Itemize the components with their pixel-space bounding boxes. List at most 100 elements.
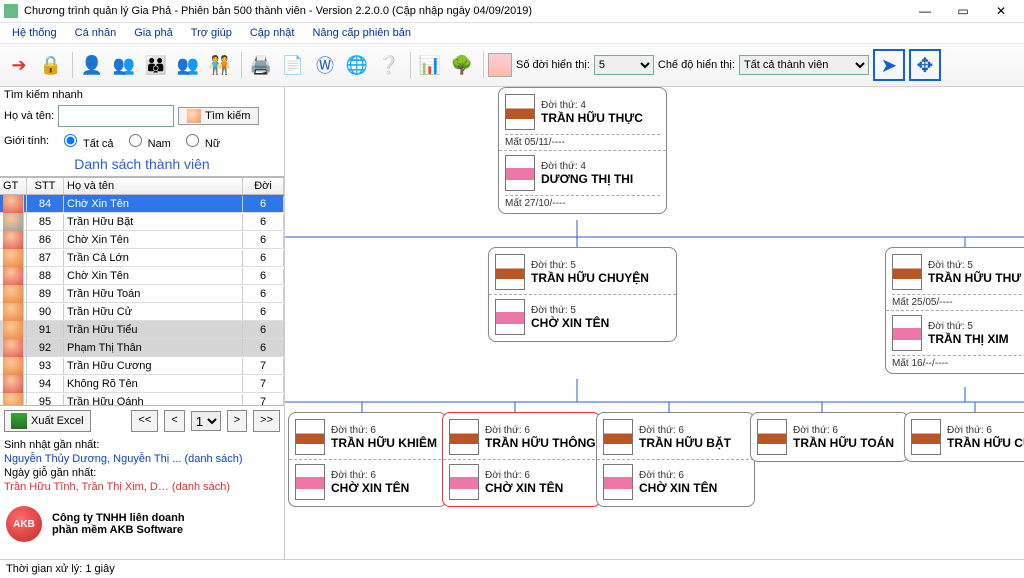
word-icon[interactable]: Ⓦ xyxy=(310,50,340,80)
table-row[interactable]: 95Trần Hữu Oánh7 xyxy=(0,393,284,406)
tree-canvas[interactable]: Đời thứ: 4TRẦN HỮU THỰC Mất 05/11/---- Đ… xyxy=(285,87,1024,559)
minimize-button[interactable]: — xyxy=(906,0,944,22)
settings-icon[interactable]: 🧑‍🤝‍🧑 xyxy=(205,50,235,80)
preview-icon[interactable]: 📄 xyxy=(278,50,308,80)
menu-upgrade[interactable]: Nâng cấp phiên bản xyxy=(304,25,418,41)
portrait-male-icon xyxy=(911,419,941,455)
menu-bar: Hệ thống Cá nhân Gia phả Trợ giúp Cập nh… xyxy=(0,23,1024,44)
maximize-button[interactable]: ▭ xyxy=(944,0,982,22)
portrait-female-icon xyxy=(603,464,633,500)
pager: Xuất Excel << < 1 > >> xyxy=(0,406,284,436)
tree-node-g6-2[interactable]: Đời thứ: 6TRẦN HỮU THÔNG Đời thứ: 6CHỜ X… xyxy=(442,412,601,507)
tree-node-g6-3[interactable]: Đời thứ: 6TRẦN HỮU BẶT Đời thứ: 6CHỜ XIN… xyxy=(596,412,755,507)
table-row[interactable]: 89Trần Hữu Toán6 xyxy=(0,285,284,303)
search-icon xyxy=(187,109,201,123)
chart-icon[interactable]: 📊 xyxy=(415,50,445,80)
first-page-button[interactable]: << xyxy=(131,410,158,432)
table-row[interactable]: 93Trần Hữu Cương7 xyxy=(0,357,284,375)
name-input[interactable] xyxy=(58,105,174,127)
users-icon[interactable]: 👥 xyxy=(109,50,139,80)
display-mode-select[interactable]: Tất cả thành viên xyxy=(739,55,869,75)
portrait-male-icon xyxy=(295,419,325,455)
tree-node-g6-5[interactable]: Đời thứ: 6TRẦN HỮU CỬ xyxy=(904,412,1024,462)
member-list-header: Danh sách thành viên xyxy=(0,152,284,177)
portrait-female-icon xyxy=(505,155,535,191)
toolbar: ➔ 🔒 👤 👥 👪 👥 🧑‍🤝‍🧑 🖨️ 📄 Ⓦ 🌐 ❔ 📊 🌳 Số đời … xyxy=(0,44,1024,87)
gender-all[interactable]: Tất cả xyxy=(59,131,113,150)
company-footer: AKB Công ty TNHH liên doanhphần mềm AKB … xyxy=(0,496,284,552)
portrait-male-icon xyxy=(892,254,922,290)
gender-label: Giới tính: xyxy=(4,135,49,147)
status-bar: Thời gian xử lý: 1 giây xyxy=(0,559,1024,578)
member-table-body[interactable]: 84Chờ Xin Tên685Trần Hữu Bặt686Chờ Xin T… xyxy=(0,195,284,406)
table-row[interactable]: 85Trần Hữu Bặt6 xyxy=(0,213,284,231)
arrow-right-icon[interactable]: ➔ xyxy=(4,50,34,80)
app-icon xyxy=(4,4,18,18)
gender-male[interactable]: Nam xyxy=(124,131,171,150)
portrait-female-icon xyxy=(295,464,325,500)
page-select[interactable]: 1 xyxy=(191,411,221,431)
portrait-male-icon xyxy=(449,419,479,455)
tree-node-g6-4[interactable]: Đời thứ: 6TRẦN HỮU TOÁN xyxy=(750,412,909,462)
tree-node-g4[interactable]: Đời thứ: 4TRẦN HỮU THỰC Mất 05/11/---- Đ… xyxy=(498,87,667,214)
name-label: Họ và tên: xyxy=(4,110,54,122)
table-header: GT STT Họ và tên Đời xyxy=(0,177,284,195)
sidebar: Tìm kiếm nhanh Họ và tên: Tìm kiếm Giới … xyxy=(0,87,285,559)
table-row[interactable]: 87Trần Cả Lớn6 xyxy=(0,249,284,267)
title-bar: Chương trình quản lý Gia Phả - Phiên bản… xyxy=(0,0,1024,23)
current-person-avatar[interactable] xyxy=(488,53,512,77)
prev-page-button[interactable]: < xyxy=(164,410,184,432)
portrait-female-icon xyxy=(495,299,525,335)
export-excel-button[interactable]: Xuất Excel xyxy=(4,410,91,432)
gender-female[interactable]: Nữ xyxy=(181,131,220,150)
nearest-deathday-label: Ngày giỗ gần nhất: xyxy=(4,466,280,480)
nearest-deathday-names[interactable]: Trần Hữu Tĩnh, Trần Thị Xim, D… (danh sá… xyxy=(4,481,230,493)
portrait-female-icon xyxy=(892,315,922,351)
user-icon[interactable]: 👤 xyxy=(77,50,107,80)
menu-system[interactable]: Hệ thống xyxy=(4,25,65,41)
table-row[interactable]: 94Không Rõ Tên7 xyxy=(0,375,284,393)
table-row[interactable]: 88Chờ Xin Tên6 xyxy=(0,267,284,285)
tree-icon[interactable]: 🌳 xyxy=(447,50,477,80)
quick-search-title: Tìm kiếm nhanh xyxy=(0,87,284,103)
table-row[interactable]: 92Phạm Thị Thân6 xyxy=(0,339,284,357)
menu-help[interactable]: Trợ giúp xyxy=(183,25,240,41)
search-button[interactable]: Tìm kiếm xyxy=(178,107,259,125)
print-icon[interactable]: 🖨️ xyxy=(246,50,276,80)
portrait-male-icon xyxy=(505,94,535,130)
group-icon[interactable]: 👥 xyxy=(173,50,203,80)
menu-genealogy[interactable]: Gia phả xyxy=(126,25,181,41)
gender-icon xyxy=(3,393,24,407)
table-row[interactable]: 90Trần Hữu Cử6 xyxy=(0,303,284,321)
portrait-male-icon xyxy=(757,419,787,455)
portrait-male-icon xyxy=(603,419,633,455)
last-page-button[interactable]: >> xyxy=(253,410,280,432)
next-page-button[interactable]: > xyxy=(227,410,247,432)
menu-update[interactable]: Cập nhật xyxy=(242,25,303,41)
portrait-female-icon xyxy=(449,464,479,500)
table-row[interactable]: 86Chờ Xin Tên6 xyxy=(0,231,284,249)
menu-personal[interactable]: Cá nhân xyxy=(67,25,125,41)
nearest-birthday-names[interactable]: Nguyễn Thủy Dương, Nguyễn Thị ... (danh … xyxy=(4,453,243,465)
portrait-male-icon xyxy=(495,254,525,290)
search-button-label: Tìm kiếm xyxy=(205,110,250,122)
tree-node-g6-1[interactable]: Đời thứ: 6TRẦN HỮU KHIÊM Đời thứ: 6CHỜ X… xyxy=(288,412,447,507)
tree-node-g5b[interactable]: Đời thứ: 5TRẦN HỮU THƯ Mất 25/05/---- Đờ… xyxy=(885,247,1024,374)
excel-icon xyxy=(11,413,27,429)
move-tool[interactable]: ✥ xyxy=(909,49,941,81)
gen-count-label: Số đời hiển thị: xyxy=(516,59,590,71)
family-icon[interactable]: 👪 xyxy=(141,50,171,80)
table-row[interactable]: 84Chờ Xin Tên6 xyxy=(0,195,284,213)
web-icon[interactable]: 🌐 xyxy=(342,50,372,80)
company-logo: AKB xyxy=(6,506,42,542)
tree-node-g5a[interactable]: Đời thứ: 5TRẦN HỮU CHUYỆN Đời thứ: 5CHỜ … xyxy=(488,247,677,342)
close-button[interactable]: ✕ xyxy=(982,0,1020,22)
nearest-birthday-label: Sinh nhật gần nhất: xyxy=(4,438,280,452)
window-title: Chương trình quản lý Gia Phả - Phiên bản… xyxy=(24,5,906,17)
lock-icon[interactable]: 🔒 xyxy=(36,50,66,80)
pointer-tool[interactable]: ➤ xyxy=(873,49,905,81)
table-row[interactable]: 91Trần Hữu Tiểu6 xyxy=(0,321,284,339)
display-mode-label: Chế độ hiển thị: xyxy=(658,59,735,71)
help-icon[interactable]: ❔ xyxy=(374,50,404,80)
gen-count-select[interactable]: 5 xyxy=(594,55,654,75)
